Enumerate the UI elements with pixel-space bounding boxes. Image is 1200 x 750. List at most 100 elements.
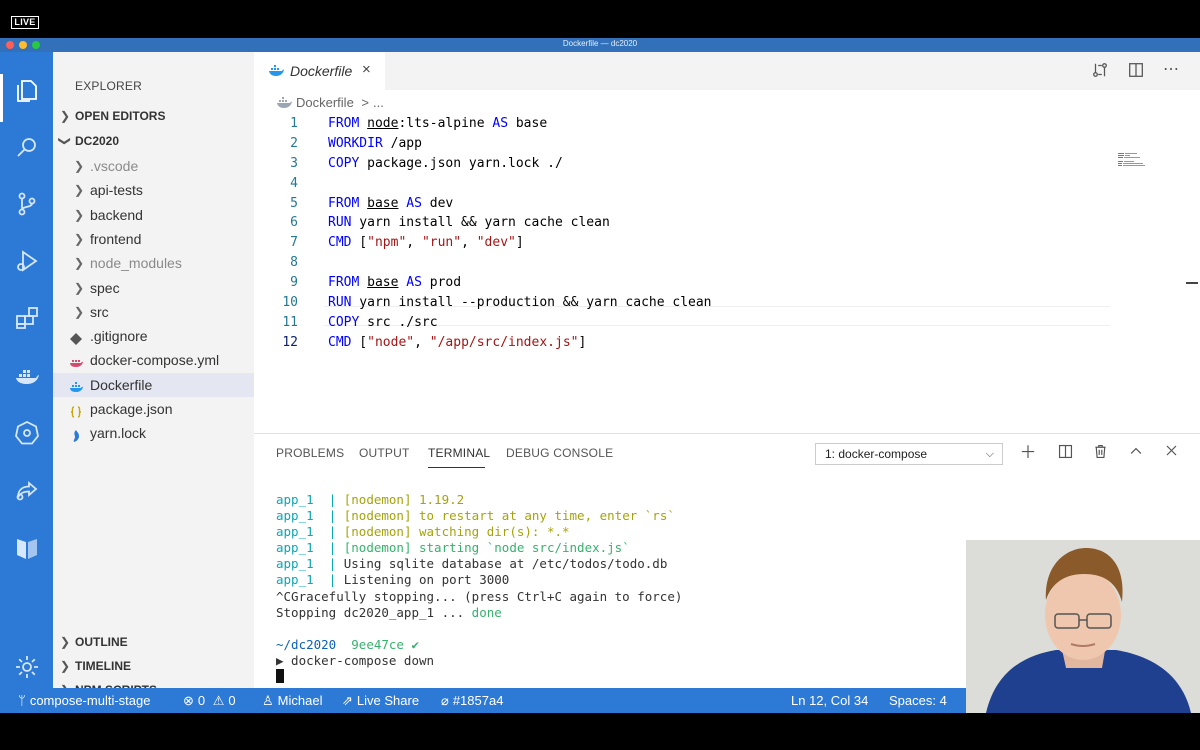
- problems-status[interactable]: ⊗ 0 ⚠ 0: [183, 693, 236, 709]
- file-item[interactable]: yarn.lock: [53, 421, 254, 445]
- folder-item[interactable]: ❯ src: [53, 300, 254, 324]
- tree-item-label: yarn.lock: [90, 425, 147, 442]
- chevron-right-icon: ❯: [60, 109, 71, 123]
- account-status[interactable]: ♙ Michael: [262, 693, 322, 709]
- live-share-status[interactable]: ⇗ Live Share: [342, 693, 419, 709]
- branch-status[interactable]: ᛘ compose-multi-stage: [18, 693, 150, 708]
- chevron-right-icon: ❯: [74, 231, 85, 246]
- breadcrumb-separator: >: [361, 95, 370, 110]
- code-token: :lts-alpine: [398, 116, 493, 131]
- tab-terminal[interactable]: TERMINAL: [428, 446, 490, 460]
- folder-item[interactable]: ❯ backend: [53, 203, 254, 227]
- settings-gear-icon[interactable]: [12, 652, 42, 682]
- file-item[interactable]: package.json: [53, 397, 254, 421]
- outline-section[interactable]: ❯ OUTLINE: [53, 631, 254, 653]
- tab-debug-console[interactable]: DEBUG CONSOLE: [506, 446, 613, 460]
- trash-icon[interactable]: [1090, 443, 1110, 463]
- indentation-status[interactable]: Spaces: 4: [889, 693, 947, 708]
- file-item[interactable]: Dockerfile: [53, 372, 254, 397]
- code-token: yarn install && yarn cache clean: [351, 215, 610, 231]
- tab-dockerfile[interactable]: Dockerfile ×: [254, 52, 385, 90]
- run-debug-icon[interactable]: [12, 246, 42, 276]
- active-indicator: [0, 74, 3, 122]
- source-control-icon[interactable]: [12, 189, 42, 219]
- folder-item[interactable]: ❯ node_modules: [53, 251, 254, 275]
- open-editors-section[interactable]: ❯ OPEN EDITORS: [53, 105, 254, 127]
- line-content: CMD ["node", "/app/src/index.js"]: [328, 333, 586, 353]
- terminal-line: app_1 | Listening on port 3000: [276, 572, 976, 588]
- code-token: FROM: [328, 195, 360, 211]
- split-editor-icon[interactable]: [1126, 61, 1146, 81]
- tree-item-label: backend: [90, 206, 143, 223]
- terminal-token: app_1: [276, 492, 329, 507]
- compare-changes-icon[interactable]: [1090, 61, 1110, 81]
- code-token: base: [367, 195, 399, 211]
- code-token: COPY: [328, 155, 360, 171]
- terminal-line: ^CGracefully stopping... (press Ctrl+C a…: [276, 589, 976, 605]
- commit-status[interactable]: ⌀ #1857a4: [441, 693, 503, 709]
- extensions-icon[interactable]: [12, 303, 42, 333]
- code-token: AS: [406, 275, 422, 291]
- code-editor[interactable]: Dockerfile >... 1 FROM node:lts-alpine AS…: [254, 90, 1200, 470]
- terminal-token: |: [328, 524, 344, 540]
- timeline-section[interactable]: ❯ TIMELINE: [53, 655, 254, 677]
- terminal-select[interactable]: 1: docker-compose ⌵: [815, 443, 1003, 465]
- git-branch-icon: ᛘ: [18, 693, 26, 708]
- breadcrumb-more[interactable]: ...: [373, 95, 384, 110]
- code-token: ,: [461, 235, 477, 251]
- terminal-token: app_1: [276, 524, 329, 540]
- file-item[interactable]: .gitignore: [53, 324, 254, 348]
- live-share-icon[interactable]: [12, 476, 42, 506]
- terminal-output[interactable]: app_1 | [nodemon] 1.19.2 app_1 | [nodemon…: [276, 492, 976, 685]
- project-section[interactable]: ❯ DC2020: [53, 130, 254, 152]
- close-panel-icon[interactable]: [1161, 443, 1181, 463]
- close-tab-icon[interactable]: ×: [362, 61, 371, 78]
- file-item[interactable]: docker-compose.yml: [53, 348, 254, 372]
- terminal-token: ▶ docker-compose down: [276, 652, 435, 668]
- git-icon: [69, 329, 83, 346]
- line-content: COPY src ./src: [328, 313, 438, 333]
- editor-tab-bar: Dockerfile × ⋯: [254, 52, 1200, 90]
- chevron-right-icon: ❯: [60, 659, 71, 673]
- folder-item[interactable]: ❯ api-tests: [53, 178, 254, 202]
- presenter-video: [966, 540, 1200, 713]
- tab-problems[interactable]: PROBLEMS: [276, 446, 344, 460]
- cursor-position[interactable]: Ln 12, Col 34: [791, 693, 868, 708]
- line-number: 6: [290, 215, 298, 231]
- terminal-token: 9ee47ce ✔: [351, 636, 420, 652]
- terminal-token: [nodemon] to restart at any time, enter …: [343, 508, 675, 524]
- code-line: 8: [254, 253, 1200, 273]
- code-token: RUN: [328, 215, 352, 231]
- person-icon: ♙: [262, 693, 274, 708]
- search-icon[interactable]: [12, 133, 42, 163]
- folder-item[interactable]: ❯ spec: [53, 276, 254, 300]
- stream-frame: LIVE Dockerfile — dc2020 EXPLORER ❯ OPEN…: [0, 0, 1200, 750]
- terminal-token: [nodemon] starting `node src/index.js`: [343, 540, 630, 556]
- code-line: 2 WORKDIR /app: [254, 134, 1200, 154]
- maximize-panel-icon[interactable]: [1126, 443, 1146, 463]
- line-content: RUN yarn install --production && yarn ca…: [328, 293, 712, 313]
- explorer-icon[interactable]: [12, 76, 42, 106]
- tree-item-label: src: [90, 303, 109, 320]
- azure-icon[interactable]: [12, 532, 42, 562]
- terminal-token: app_1: [276, 540, 329, 556]
- yarn-icon: [69, 426, 83, 443]
- folder-item[interactable]: ❯ frontend: [53, 227, 254, 251]
- folder-item[interactable]: ❯ .vscode: [53, 154, 254, 178]
- minimap[interactable]: [1118, 152, 1148, 168]
- line-content: RUN yarn install && yarn cache clean: [328, 213, 610, 233]
- line-content: FROM base AS prod: [328, 273, 461, 293]
- line-number: 7: [290, 235, 298, 251]
- breadcrumb-file[interactable]: Dockerfile: [296, 95, 354, 110]
- code-token: "/app/src/index.js": [429, 334, 579, 350]
- chevron-down-icon: ❯: [58, 135, 73, 147]
- split-terminal-icon[interactable]: [1055, 443, 1075, 463]
- live-badge: LIVE: [11, 16, 39, 29]
- more-actions-icon[interactable]: ⋯: [1161, 59, 1181, 79]
- docker-icon[interactable]: [12, 361, 42, 391]
- kubernetes-icon[interactable]: [12, 418, 42, 448]
- code-token: ,: [406, 235, 422, 251]
- code-token: [: [351, 235, 368, 251]
- new-terminal-icon[interactable]: ＋: [1018, 443, 1038, 463]
- tab-output[interactable]: OUTPUT: [359, 446, 410, 460]
